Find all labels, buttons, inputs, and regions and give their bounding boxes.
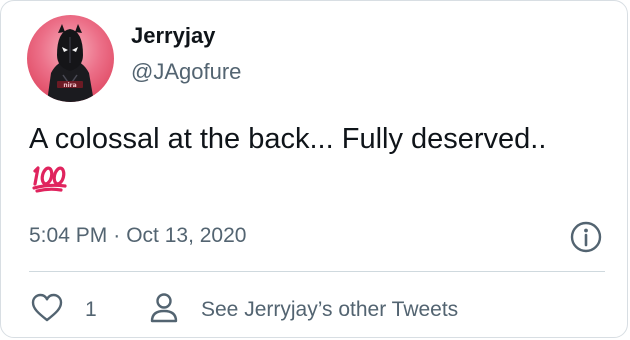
tweet-text: A colossal at the back... Fully deserved…	[29, 119, 589, 205]
heart-outline-icon	[31, 293, 63, 328]
hundred-points-icon	[31, 163, 69, 205]
like-button[interactable]: 1	[31, 293, 97, 327]
tweet-card: nira Jerryjay @JAgofure A colossal at th…	[0, 0, 628, 338]
avatar[interactable]: nira	[27, 15, 114, 102]
tweet-time: 5:04 PM	[29, 224, 108, 247]
display-name[interactable]: Jerryjay	[131, 23, 215, 49]
tweet-body: A colossal at the back... Fully deserved…	[29, 123, 547, 155]
see-other-tweets-link[interactable]: See Jerryjay’s other Tweets	[149, 292, 459, 329]
separator-dot: ·	[113, 224, 121, 247]
info-circle-icon[interactable]	[569, 220, 603, 254]
svg-text:nira: nira	[63, 82, 76, 89]
divider	[29, 271, 605, 272]
tweet-timestamp[interactable]: 5:04 PM · Oct 13, 2020	[29, 224, 246, 248]
tweet-date: Oct 13, 2020	[126, 224, 247, 247]
person-outline-icon	[149, 292, 179, 329]
avatar-image: nira	[47, 24, 94, 102]
see-other-tweets-label: See Jerryjay’s other Tweets	[201, 298, 459, 321]
user-handle[interactable]: @JAgofure	[131, 59, 241, 85]
like-count: 1	[85, 298, 97, 321]
